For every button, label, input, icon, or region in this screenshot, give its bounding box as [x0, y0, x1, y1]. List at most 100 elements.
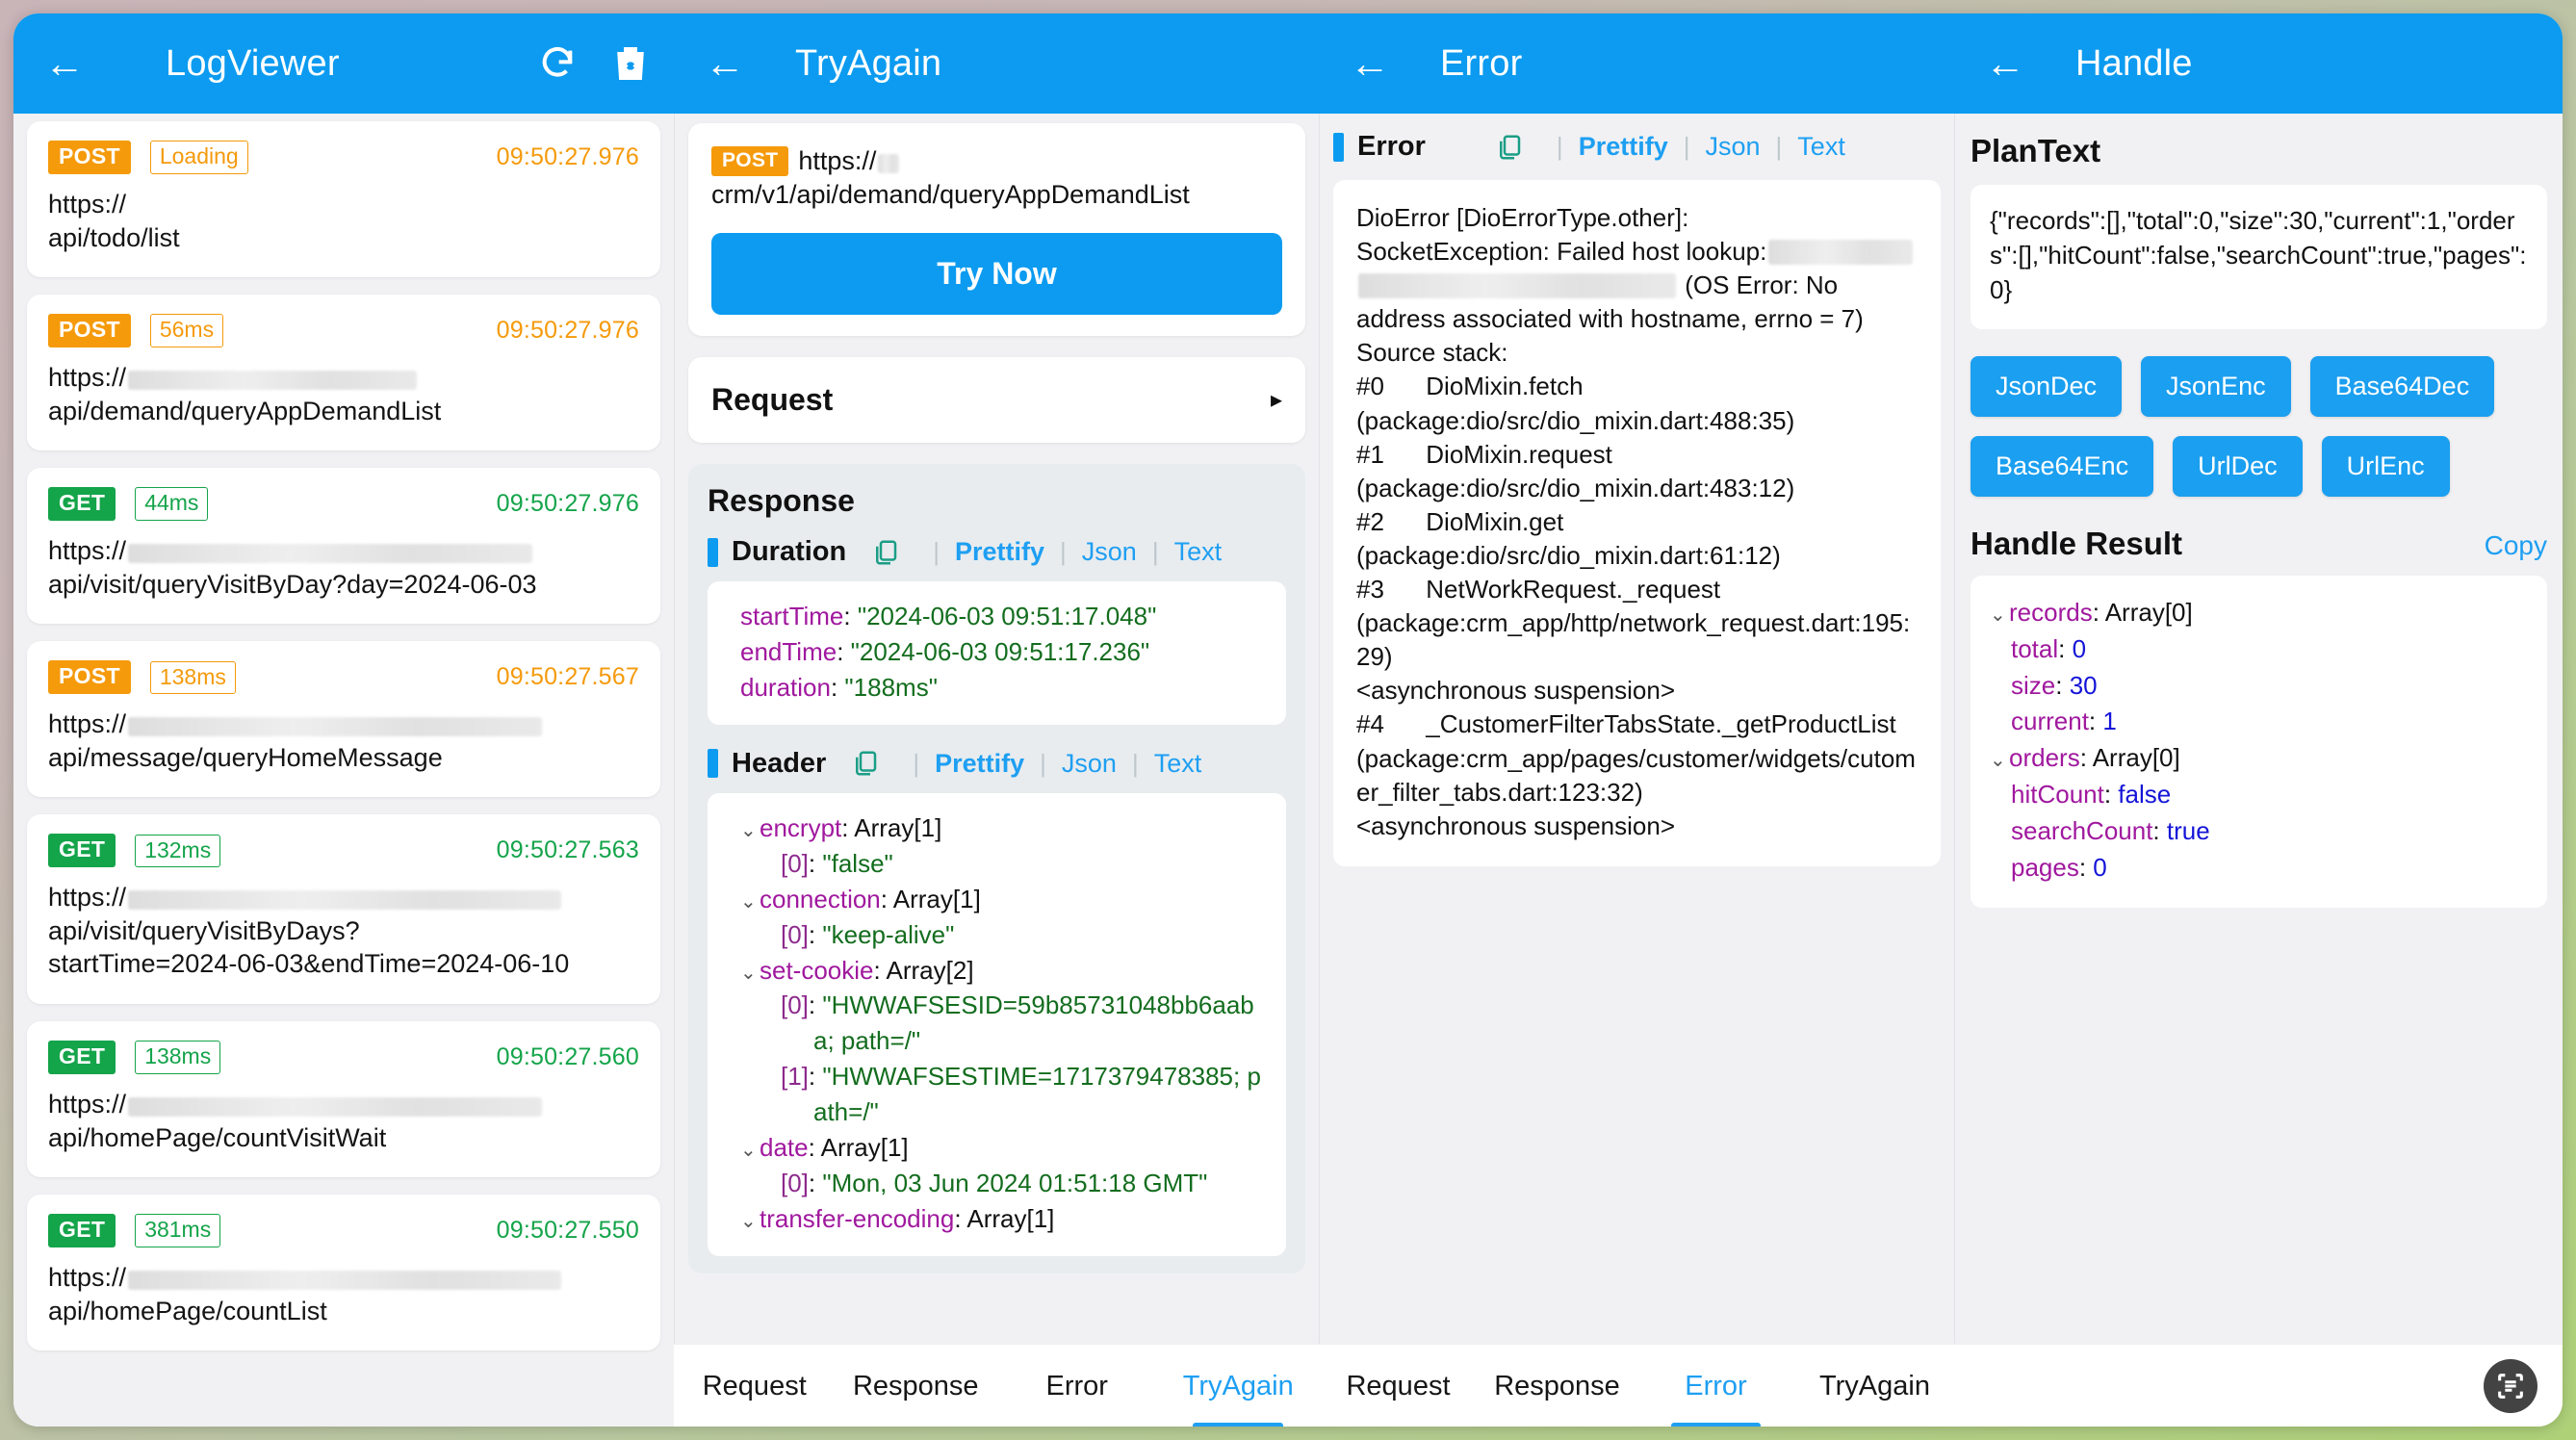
copy-icon[interactable] [851, 749, 880, 778]
request-expander-card[interactable]: Request ▸ [688, 357, 1305, 444]
chevron-down-icon[interactable]: ⌄ [740, 888, 760, 915]
error-text-part2: (OS Error: No address associated with ho… [1356, 270, 1916, 840]
handle-button-urldec[interactable]: UrlDec [2173, 435, 2303, 497]
prettify-link[interactable]: Prettify [935, 749, 1024, 779]
method-badge: POST [48, 660, 131, 695]
request-expander[interactable]: Request ▸ [688, 357, 1305, 443]
log-list[interactable]: POST Loading 09:50:27.976 https://api/todo/… [13, 114, 674, 1427]
json-tree-leaf: [0]: "false" [781, 848, 893, 878]
prettify-link[interactable]: Prettify [1579, 132, 1668, 162]
app-window: ← LogViewer ← TryAgain ← Error ← Handle … [13, 13, 2563, 1427]
handle-result-header: Handle Result Copy [1955, 497, 2563, 562]
delete-icon[interactable] [608, 41, 653, 86]
handle-button-jsondec[interactable]: JsonDec [1971, 355, 2123, 417]
panel-row: POST Loading 09:50:27.976 https://api/todo/… [13, 114, 2563, 1427]
handle-button-base64dec[interactable]: Base64Dec [2309, 355, 2495, 417]
copy-link[interactable]: Copy [2485, 530, 2547, 561]
chevron-down-icon[interactable]: ⌄ [740, 817, 760, 844]
divider: | [933, 537, 940, 567]
json-tree-node[interactable]: ⌄ date: Array[1] [740, 1130, 1267, 1166]
tab-request-tryagain[interactable]: Request [674, 1345, 836, 1427]
scan-document-icon[interactable] [2484, 1359, 2537, 1413]
json-tree-leaf: [0]: "HWWAFSESID=59b85731048bb6aaba; pat… [781, 990, 1254, 1056]
duration-chip: 132ms [135, 834, 221, 868]
request-url-tail: crm/v1/api/demand/queryAppDemandList [711, 180, 1190, 210]
divider: | [913, 748, 920, 778]
handle-result-tree[interactable]: ⌄ records: Array[0] total: 0 size: 30 curren… [1971, 575, 2547, 909]
chevron-down-icon[interactable]: ⌄ [1990, 602, 2009, 630]
json-link[interactable]: Json [1062, 749, 1117, 779]
method-badge: GET [48, 1214, 116, 1248]
log-list-item[interactable]: GET 138ms 09:50:27.560 https://api/homePage… [27, 1021, 660, 1178]
log-item-header: GET 132ms 09:50:27.563 [48, 834, 639, 868]
json-tree-node[interactable]: ⌄ transfer-encoding: Array[1] [740, 1201, 1267, 1237]
text-link[interactable]: Text [1797, 132, 1845, 162]
duration-chip: 138ms [149, 660, 236, 694]
prettify-link[interactable]: Prettify [955, 537, 1044, 567]
json-tree-node[interactable]: ⌄ connection: Array[1] [740, 882, 1267, 917]
log-list-item[interactable]: GET 132ms 09:50:27.563 https://api/visit/qu… [27, 814, 660, 1005]
tab-response-tryagain[interactable]: Response [836, 1345, 997, 1427]
back-arrow-icon[interactable]: ← [1975, 34, 2035, 93]
json-tree-leaf: total: 0 [2011, 633, 2087, 663]
tab-tryagain-error[interactable]: TryAgain [1795, 1345, 1954, 1427]
tab-error-error[interactable]: Error [1636, 1345, 1795, 1427]
header-tree[interactable]: ⌄ encrypt: Array[1] [0]: "false" ⌄ connectio… [708, 792, 1286, 1256]
log-list-item[interactable]: POST Loading 09:50:27.976 https://api/todo/… [27, 121, 660, 278]
handle-button-jsonenc[interactable]: JsonEnc [2141, 355, 2291, 417]
method-badge: GET [48, 834, 116, 868]
json-tree-node[interactable]: ⌄ encrypt: Array[1] [740, 810, 1267, 846]
method-badge: POST [48, 314, 131, 348]
chevron-down-icon[interactable]: ⌄ [740, 1137, 760, 1164]
log-item-header: POST 56ms 09:50:27.976 [48, 314, 639, 348]
page-title-error: Error [1440, 42, 1523, 84]
section-marker [708, 749, 718, 779]
plaintext-value[interactable]: {"records":[],"total":0,"size":30,"curre… [1971, 185, 2547, 329]
response-panel: Response Duration | Prettify | Json | Te… [688, 464, 1305, 1273]
json-tree-node[interactable]: ⌄ orders: Array[0] [1990, 740, 2530, 777]
json-link[interactable]: Json [1705, 132, 1760, 162]
json-tree-leaf: size: 30 [2011, 670, 2098, 700]
duration-end-key: endTime [740, 637, 837, 667]
chevron-down-icon[interactable]: ⌄ [740, 1208, 760, 1235]
tab-bar-tryagain: Request Response Error TryAgain [674, 1345, 1319, 1427]
refresh-icon[interactable] [535, 41, 580, 86]
log-list-item[interactable]: GET 381ms 09:50:27.550 https://api/homePage… [27, 1195, 660, 1351]
json-link[interactable]: Json [1082, 537, 1137, 567]
try-now-button[interactable]: Try Now [711, 233, 1282, 316]
duration-section-header: Duration | Prettify | Json | Text [708, 536, 1286, 568]
log-list-item[interactable]: GET 44ms 09:50:27.976 https://api/visit/que… [27, 468, 660, 625]
panel-tryagain: POST https:// crm/v1/api/demand/queryAppD… [674, 114, 1319, 1427]
log-list-item[interactable]: POST 138ms 09:50:27.567 https://api/message… [27, 641, 660, 798]
text-link[interactable]: Text [1174, 537, 1223, 567]
redacted-host [128, 890, 562, 911]
copy-icon[interactable] [1495, 133, 1524, 162]
chevron-right-icon: ▸ [1270, 387, 1282, 414]
handle-button-urlenc[interactable]: UrlEnc [2321, 435, 2450, 497]
back-arrow-icon[interactable]: ← [695, 34, 755, 93]
app-bar-actions [535, 41, 674, 86]
handle-result-label: Handle Result [1971, 525, 2183, 561]
duration-chip: Loading [149, 141, 248, 174]
text-link[interactable]: Text [1154, 749, 1202, 779]
tab-tryagain-tryagain[interactable]: TryAgain [1158, 1345, 1320, 1427]
duration-chip: 56ms [149, 314, 224, 347]
method-badge: GET [48, 1041, 116, 1075]
back-arrow-icon[interactable]: ← [35, 34, 94, 93]
plaintext-label: PlanText [1971, 133, 2101, 168]
tab-response-error[interactable]: Response [1478, 1345, 1636, 1427]
chevron-down-icon[interactable]: ⌄ [1990, 747, 2009, 775]
section-marker [1333, 132, 1344, 162]
tab-error-tryagain[interactable]: Error [996, 1345, 1158, 1427]
divider: | [1775, 132, 1783, 161]
chevron-down-icon[interactable]: ⌄ [740, 960, 760, 987]
tab-request-error[interactable]: Request [1319, 1345, 1478, 1427]
json-tree-node[interactable]: ⌄ records: Array[0] [1990, 595, 2530, 631]
timestamp: 09:50:27.560 [496, 1043, 639, 1071]
log-list-item[interactable]: POST 56ms 09:50:27.976 https://api/demand/q… [27, 295, 660, 451]
copy-icon[interactable] [871, 538, 900, 567]
json-tree-node[interactable]: ⌄ set-cookie: Array[2] [740, 953, 1267, 989]
back-arrow-icon[interactable]: ← [1340, 34, 1400, 93]
handle-button-base64enc[interactable]: Base64Enc [1971, 435, 2154, 497]
log-item-url: https://api/todo/list [48, 190, 180, 252]
